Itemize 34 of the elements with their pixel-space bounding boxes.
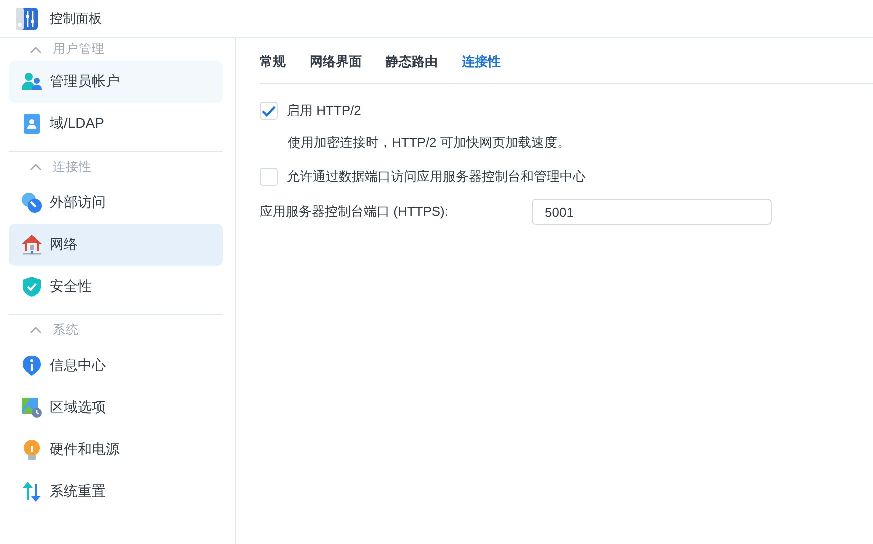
shield-check-icon	[22, 277, 42, 297]
contact-card-icon	[22, 114, 42, 134]
info-pin-icon	[22, 356, 42, 376]
checkbox[interactable]	[260, 168, 278, 186]
arrows-icon	[22, 482, 42, 502]
sidebar-item[interactable]: 管理员帐户	[9, 61, 223, 103]
sidebar-item[interactable]: 安全性	[9, 266, 223, 308]
field-label: 应用服务器控制台端口 (HTTPS):	[260, 203, 450, 221]
checkbox[interactable]	[260, 102, 278, 120]
chevron-up-icon	[30, 46, 42, 54]
tab[interactable]: 网络界面	[310, 53, 362, 83]
checkbox-label: 允许通过数据端口访问应用服务器控制台和管理中心	[287, 168, 586, 186]
input-field[interactable]: 5001	[532, 199, 772, 225]
link-circles-icon	[22, 193, 42, 213]
map-clock-icon	[22, 398, 42, 418]
sidebar-item[interactable]: 域/LDAP	[9, 103, 223, 145]
sidebar-item[interactable]: 硬件和电源	[9, 429, 223, 471]
users-icon	[22, 72, 42, 92]
house-icon	[22, 235, 42, 255]
sidebar-item[interactable]: 区域选项	[9, 387, 223, 429]
hint-text: 使用加密连接时，HTTP/2 可加快网页加载速度。	[287, 134, 572, 152]
chevron-up-icon	[30, 326, 42, 334]
tab[interactable]: 常规	[260, 53, 286, 83]
tab[interactable]: 连接性	[462, 53, 501, 83]
light-bulb-icon	[22, 440, 42, 460]
sidebar-item[interactable]: 信息中心	[9, 345, 223, 387]
tab[interactable]: 静态路由	[386, 53, 438, 83]
window-title: 控制面板	[50, 10, 102, 28]
sidebar-item[interactable]: 网络	[9, 224, 223, 266]
sidebar-item[interactable]: 系统重置	[9, 471, 223, 513]
control-panel-icon	[16, 8, 38, 30]
checkbox-label: 启用 HTTP/2	[287, 102, 362, 120]
chevron-up-icon	[30, 163, 42, 171]
sidebar-item[interactable]: 外部访问	[9, 182, 223, 224]
